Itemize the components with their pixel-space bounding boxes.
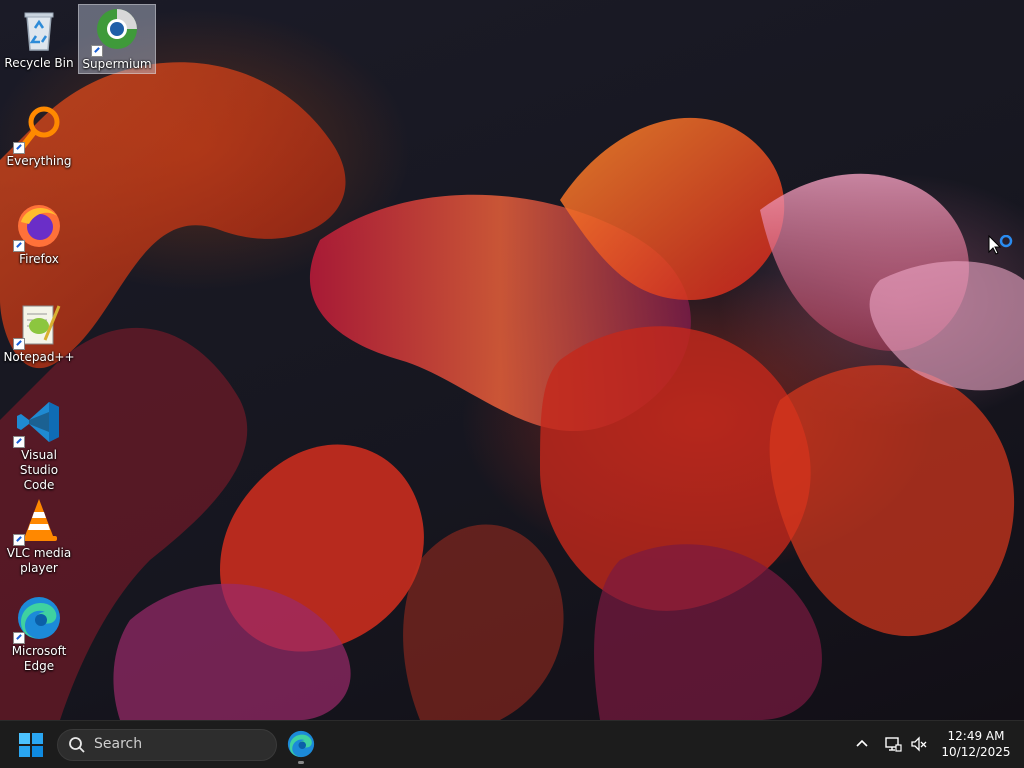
network-icon[interactable] — [884, 735, 902, 753]
desktop-icon-vlc[interactable]: VLC media player — [2, 494, 76, 584]
taskbar-clock[interactable]: 12:49 AM 10/12/2025 — [936, 728, 1016, 760]
chevron-up-icon[interactable] — [853, 735, 871, 753]
running-indicator — [298, 761, 304, 764]
desktop-icon-recycle-bin[interactable]: Recycle Bin — [2, 4, 76, 94]
taskbar-search-box[interactable]: Search — [57, 729, 277, 761]
vscode-icon — [13, 398, 63, 448]
desktop-icon-label: Recycle Bin — [4, 56, 74, 70]
desktop-icon-everything[interactable]: Everything — [2, 102, 76, 192]
desktop-icon-edge[interactable]: Microsoft Edge — [2, 592, 76, 682]
desktop-icon-label: Microsoft Edge — [11, 644, 67, 673]
clock-time: 12:49 AM — [947, 729, 1005, 743]
edge-icon — [13, 594, 63, 644]
search-icon — [68, 736, 86, 758]
desktop-icon-label: Supermium — [82, 57, 152, 71]
notepadpp-icon — [13, 300, 63, 350]
taskbar-edge-button[interactable] — [286, 729, 316, 764]
desktop-icon-label: Everything — [6, 154, 72, 168]
desktop-icon-label: Firefox — [19, 252, 59, 266]
desktop-icon-supermium[interactable]: Supermium — [78, 4, 156, 74]
clock-date: 10/12/2025 — [941, 745, 1011, 759]
search-placeholder: Search — [94, 736, 143, 752]
everything-icon — [13, 104, 63, 154]
busy-cursor-icon — [988, 235, 1013, 255]
desktop-icon-label: VLC media player — [6, 546, 72, 575]
desktop-icon-firefox[interactable]: Firefox — [2, 200, 76, 290]
supermium-icon — [91, 7, 141, 57]
taskbar: Search 12:49 AM 10/12/2025 — [0, 720, 1024, 768]
desktop-icon-label: Notepad++ — [3, 350, 75, 364]
wallpaper — [0, 62, 1024, 720]
desktop-icon-notepadpp[interactable]: Notepad++ — [2, 298, 76, 388]
edge-icon — [287, 730, 315, 758]
firefox-icon — [13, 202, 63, 252]
desktop: Recycle Bin Supermium Everything Firefox… — [0, 0, 1024, 720]
vlc-icon — [13, 496, 63, 546]
windows-start-icon[interactable] — [18, 732, 44, 758]
volume-muted-icon[interactable] — [910, 735, 928, 753]
desktop-icon-label: Visual Studio Code — [19, 448, 59, 492]
desktop-icon-vscode[interactable]: Visual Studio Code — [2, 396, 76, 492]
recycle-bin-icon — [15, 6, 63, 54]
